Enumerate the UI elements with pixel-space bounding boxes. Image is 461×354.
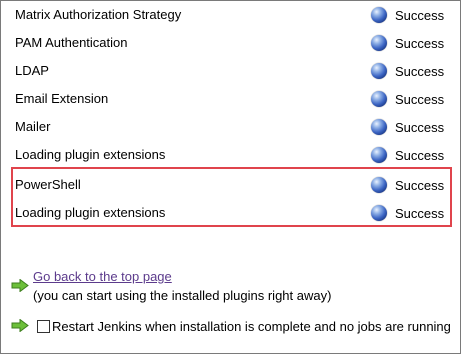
plugin-status: Success — [371, 6, 444, 24]
plugin-row-powershell: PowerShell Success — [15, 173, 447, 197]
plugin-status: Success — [371, 176, 444, 194]
plugin-name: Loading plugin extensions — [15, 147, 166, 162]
plugin-name: Email Extension — [15, 91, 109, 106]
blue-ball-icon — [371, 119, 387, 135]
plugin-row-ldap: LDAP Success — [15, 59, 447, 83]
blue-ball-icon — [371, 35, 387, 51]
plugin-name: Loading plugin extensions — [15, 205, 166, 220]
green-arrow-icon — [11, 319, 29, 332]
plugin-status: Success — [371, 90, 444, 108]
plugin-status: Success — [371, 204, 444, 222]
plugin-status: Success — [371, 62, 444, 80]
plugin-row-matrix-authorization-strategy: Matrix Authorization Strategy Success — [15, 3, 447, 27]
plugin-row-email-extension: Email Extension Success — [15, 87, 447, 111]
blue-ball-icon — [371, 177, 387, 193]
status-label: Success — [395, 63, 445, 79]
restart-label[interactable]: Restart Jenkins when installation is com… — [52, 319, 451, 334]
plugin-name: PowerShell — [15, 177, 81, 192]
status-label: Success — [395, 7, 445, 23]
status-label: Success — [395, 91, 445, 107]
plugin-row-pam-authentication: PAM Authentication Success — [15, 31, 447, 55]
plugin-name: PAM Authentication — [15, 35, 128, 50]
status-label: Success — [395, 119, 445, 135]
restart-checkbox[interactable] — [37, 320, 50, 333]
blue-ball-icon — [371, 7, 387, 23]
blue-ball-icon — [371, 63, 387, 79]
plugin-install-panel: Matrix Authorization Strategy Success PA… — [0, 0, 461, 354]
plugin-name: Mailer — [15, 119, 51, 134]
green-arrow-icon — [11, 279, 29, 292]
plugin-row-mailer: Mailer Success — [15, 115, 447, 139]
plugin-status: Success — [371, 34, 444, 52]
status-label: Success — [395, 147, 445, 163]
back-note: (you can start using the installed plugi… — [33, 288, 332, 303]
status-label: Success — [395, 205, 445, 221]
status-label: Success — [395, 35, 445, 51]
plugin-status: Success — [371, 146, 444, 164]
blue-ball-icon — [371, 91, 387, 107]
blue-ball-icon — [371, 147, 387, 163]
plugin-row-loading-plugin-extensions: Loading plugin extensions Success — [15, 143, 447, 167]
plugin-row-loading-plugin-extensions-2: Loading plugin extensions Success — [15, 201, 447, 225]
plugin-name: LDAP — [15, 63, 49, 78]
blue-ball-icon — [371, 205, 387, 221]
plugin-status: Success — [371, 118, 444, 136]
status-label: Success — [395, 177, 445, 193]
go-back-top-link[interactable]: Go back to the top page — [33, 269, 172, 284]
plugin-name: Matrix Authorization Strategy — [15, 7, 182, 22]
